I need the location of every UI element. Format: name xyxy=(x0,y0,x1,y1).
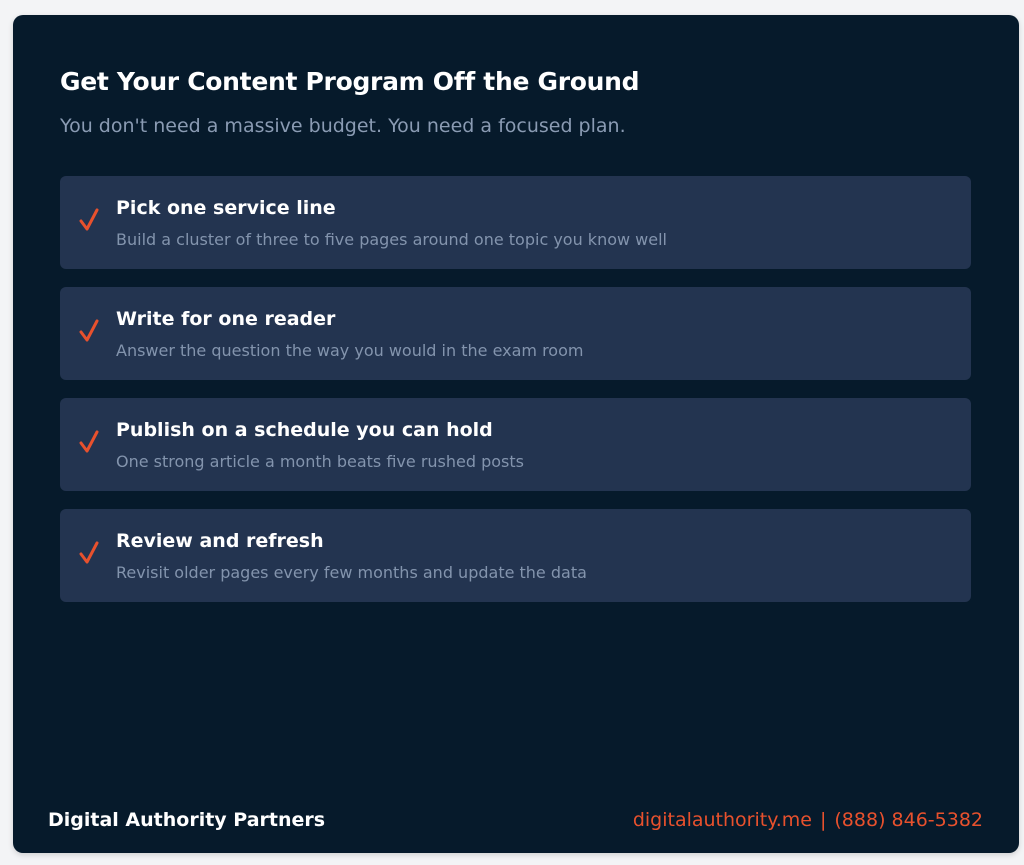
contact-separator: | xyxy=(819,809,827,831)
step-item-review-refresh: Review and refresh Revisit older pages e… xyxy=(60,509,971,602)
step-title: Pick one service line xyxy=(116,197,336,219)
check-icon xyxy=(78,429,100,455)
step-item-publish-schedule: Publish on a schedule you can hold One s… xyxy=(60,398,971,491)
page-title: Get Your Content Program Off the Ground xyxy=(60,67,640,96)
phone-link[interactable]: (888) 846-5382 xyxy=(834,809,983,831)
step-description: One strong article a month beats five ru… xyxy=(116,452,524,471)
check-icon xyxy=(78,540,100,566)
step-title: Review and refresh xyxy=(116,530,324,552)
content-program-card: Get Your Content Program Off the Ground … xyxy=(13,15,1019,853)
check-icon xyxy=(78,207,100,233)
step-item-write-for-reader: Write for one reader Answer the question… xyxy=(60,287,971,380)
check-icon xyxy=(78,318,100,344)
steps-list: Pick one service line Build a cluster of… xyxy=(60,176,971,620)
footer-brand-name: Digital Authority Partners xyxy=(48,809,326,831)
step-item-pick-service-line: Pick one service line Build a cluster of… xyxy=(60,176,971,269)
website-link[interactable]: digitalauthority.me xyxy=(633,809,812,831)
step-description: Revisit older pages every few months and… xyxy=(116,563,587,582)
step-title: Publish on a schedule you can hold xyxy=(116,419,493,441)
step-description: Answer the question the way you would in… xyxy=(116,341,584,360)
step-title: Write for one reader xyxy=(116,308,336,330)
footer-contact: digitalauthority.me | (888) 846-5382 xyxy=(633,809,983,831)
step-description: Build a cluster of three to five pages a… xyxy=(116,230,667,249)
page-subtitle: You don't need a massive budget. You nee… xyxy=(60,115,626,137)
